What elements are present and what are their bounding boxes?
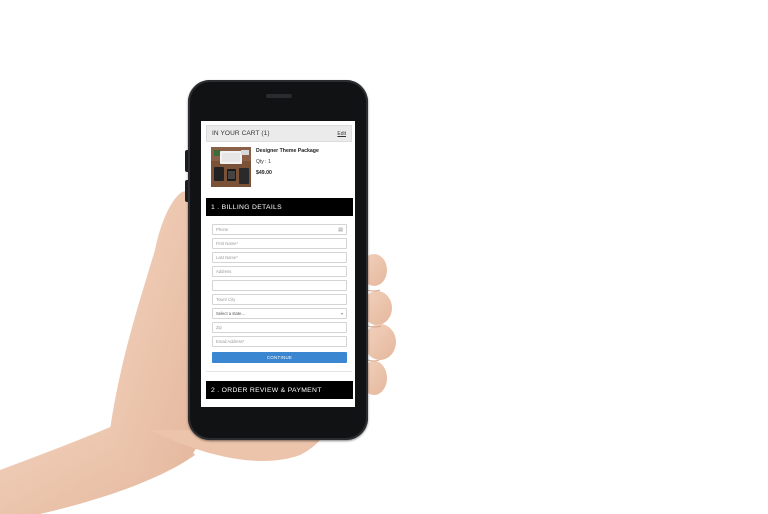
cart-title: IN YOUR CART (1): [212, 130, 270, 137]
last-name-field[interactable]: Last Name*: [212, 252, 347, 263]
phone-speaker: [266, 94, 292, 98]
zip-placeholder: Zip: [216, 325, 222, 330]
cart-edit-link[interactable]: Edit: [337, 131, 346, 137]
order-review-header[interactable]: 2 . ORDER REVIEW & PAYMENT: [206, 381, 353, 399]
phone-placeholder: Phone: [216, 227, 229, 232]
billing-details-header[interactable]: 1 . BILLING DETAILS: [206, 198, 353, 216]
zip-field[interactable]: Zip: [212, 322, 347, 333]
state-select[interactable]: Select a state... ▾: [212, 308, 347, 319]
contact-card-icon: ▤: [338, 226, 343, 233]
phone-field[interactable]: Phone ▤: [212, 224, 347, 235]
item-price: $49.00: [256, 170, 272, 176]
cart-item: Designer Theme Package Qty : 1 $49.00: [211, 147, 351, 189]
state-select-value: Select a state...: [216, 311, 245, 316]
divider: [206, 371, 352, 372]
phone-screen: IN YOUR CART (1) Edit Designer Theme Pac…: [201, 121, 355, 407]
cart-header: IN YOUR CART (1) Edit: [206, 125, 352, 142]
address-field[interactable]: Address: [212, 266, 347, 277]
town-city-placeholder: Town/ City: [216, 297, 236, 302]
volume-down-button: [185, 180, 188, 202]
address-line-2-field[interactable]: [212, 280, 347, 291]
item-info: Designer Theme Package Qty : 1 $49.00: [256, 147, 319, 176]
item-quantity: Qty : 1: [256, 159, 271, 165]
email-field[interactable]: Email Address*: [212, 336, 347, 347]
address-placeholder: Address: [216, 269, 232, 274]
hand-image: [0, 191, 396, 514]
smartphone: IN YOUR CART (1) Edit Designer Theme Pac…: [185, 80, 368, 440]
email-placeholder: Email Address*: [216, 339, 245, 344]
chevron-down-icon: ▾: [340, 311, 343, 316]
first-name-field[interactable]: First Name*: [212, 238, 347, 249]
continue-button[interactable]: CONTINUE: [212, 352, 347, 363]
first-name-placeholder: First Name*: [216, 241, 239, 246]
product-thumbnail: [211, 147, 251, 187]
last-name-placeholder: Last Name*: [216, 255, 238, 260]
item-name: Designer Theme Package: [256, 148, 319, 154]
town-city-field[interactable]: Town/ City: [212, 294, 347, 305]
volume-up-button: [185, 150, 188, 172]
